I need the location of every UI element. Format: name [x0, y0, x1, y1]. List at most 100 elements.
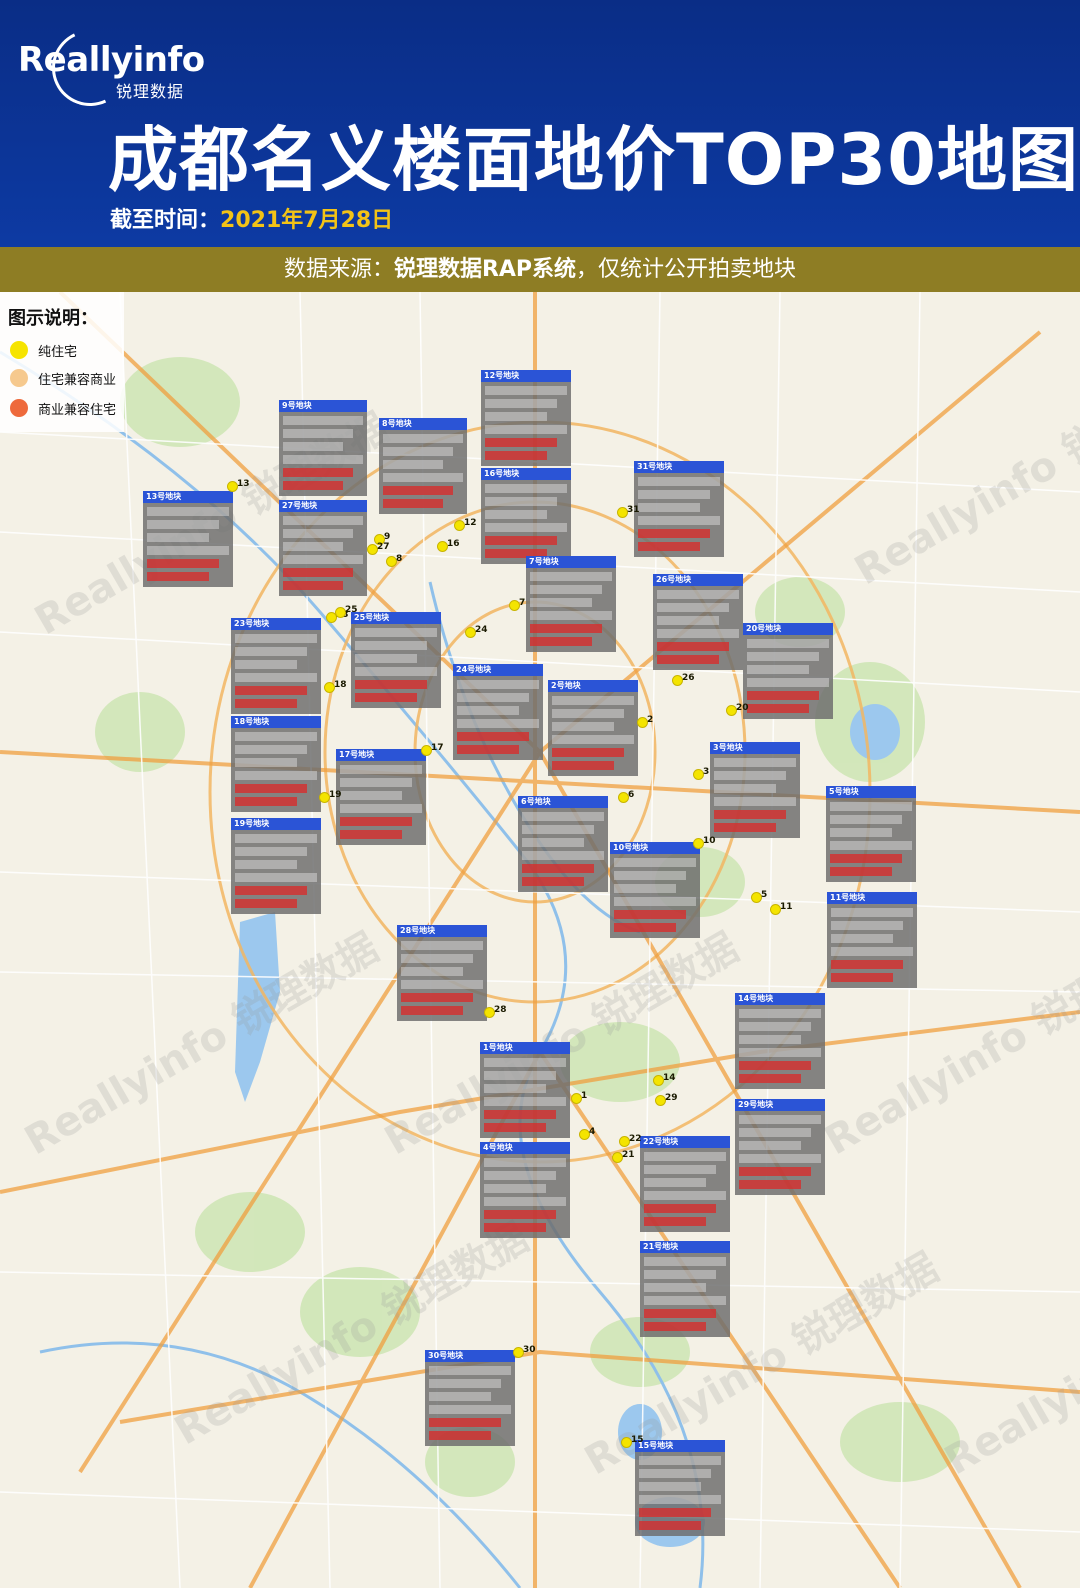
plot-info-card[interactable]: 8号地块 — [379, 418, 467, 514]
plot-card-detail-line — [639, 1508, 711, 1517]
plot-info-card[interactable]: 11号地块 — [827, 892, 917, 988]
plot-card-title: 22号地块 — [640, 1136, 730, 1148]
plot-card-detail-line — [429, 1405, 511, 1414]
plot-card-detail-line — [355, 654, 417, 663]
plot-card-detail-line — [457, 693, 529, 702]
plot-marker-number: 1 — [581, 1091, 588, 1101]
plot-marker-number: 21 — [622, 1150, 635, 1160]
plot-info-card[interactable]: 1号地块 — [480, 1042, 570, 1138]
plot-card-detail-line — [530, 624, 602, 633]
plot-card-detail-line — [340, 791, 402, 800]
plot-card-detail-line — [457, 745, 519, 754]
plot-info-card[interactable]: 7号地块 — [526, 556, 616, 652]
plot-card-detail-line — [657, 642, 729, 651]
plot-card-title: 23号地块 — [231, 618, 321, 630]
plot-marker-number: 6 — [628, 790, 635, 800]
plot-info-card[interactable]: 19号地块 — [231, 818, 321, 914]
plot-card-title: 8号地块 — [379, 418, 467, 430]
plot-card-title: 2号地块 — [548, 680, 638, 692]
plot-card-detail-line — [485, 451, 547, 460]
plot-card-detail-line — [235, 758, 297, 767]
peach-dot-icon — [10, 369, 28, 387]
plot-info-card[interactable]: 26号地块 — [653, 574, 743, 670]
plot-card-detail-line — [457, 680, 539, 689]
plot-card-title: 7号地块 — [526, 556, 616, 568]
plot-card-detail-line — [429, 1379, 501, 1388]
plot-card-title: 30号地块 — [425, 1350, 515, 1362]
plot-info-card[interactable]: 3号地块 — [710, 742, 800, 838]
plot-marker-number: 5 — [761, 890, 768, 900]
plot-card-detail-line — [747, 639, 829, 648]
plot-card-detail-line — [657, 590, 739, 599]
plot-info-card[interactable]: 29号地块 — [735, 1099, 825, 1195]
plot-info-card[interactable]: 21号地块 — [640, 1241, 730, 1337]
plot-marker-number: 19 — [329, 790, 342, 800]
plot-card-detail-line — [283, 568, 353, 577]
plot-card-detail-line — [401, 993, 473, 1002]
plot-card-detail-line — [657, 616, 719, 625]
plot-card-detail-line — [747, 665, 809, 674]
plot-card-title: 11号地块 — [827, 892, 917, 904]
plot-card-detail-line — [485, 510, 547, 519]
plot-card-detail-line — [235, 873, 317, 882]
plot-card-detail-line — [283, 542, 343, 551]
plot-info-card[interactable]: 6号地块 — [518, 796, 608, 892]
plot-card-detail-line — [739, 1035, 801, 1044]
plot-card-title: 4号地块 — [480, 1142, 570, 1154]
plot-marker-number: 14 — [663, 1073, 676, 1083]
plot-info-card[interactable]: 10号地块 — [610, 842, 700, 938]
plot-info-card[interactable]: 20号地块 — [743, 623, 833, 719]
plot-info-card[interactable]: 31号地块 — [634, 461, 724, 557]
plot-info-card[interactable]: 14号地块 — [735, 993, 825, 1089]
plot-card-detail-line — [530, 585, 602, 594]
plot-info-card[interactable]: 25号地块 — [351, 612, 441, 708]
plot-info-card[interactable]: 23号地块 — [231, 618, 321, 714]
plot-card-detail-line — [383, 434, 463, 443]
plot-marker-number: 17 — [431, 743, 444, 753]
plot-info-card[interactable]: 5号地块 — [826, 786, 916, 882]
plot-marker-number: 7 — [519, 598, 526, 608]
plot-info-card[interactable]: 28号地块 — [397, 925, 487, 1021]
plot-info-card[interactable]: 22号地块 — [640, 1136, 730, 1232]
date-label: 截至时间： — [110, 208, 221, 233]
plot-card-detail-line — [552, 722, 614, 731]
plot-card-detail-line — [714, 823, 776, 832]
plot-card-detail-line — [484, 1071, 556, 1080]
plot-info-card[interactable]: 2号地块 — [548, 680, 638, 776]
plot-card-title: 16号地块 — [481, 468, 571, 480]
plot-card-detail-line — [283, 581, 343, 590]
plot-info-card[interactable]: 30号地块 — [425, 1350, 515, 1446]
plot-card-detail-line — [484, 1158, 566, 1167]
plot-marker-number: 27 — [377, 542, 390, 552]
plot-card-detail-line — [283, 442, 343, 451]
plot-info-card[interactable]: 15号地块 — [635, 1440, 725, 1536]
plot-info-card[interactable]: 24号地块 — [453, 664, 543, 760]
plot-card-title: 9号地块 — [279, 400, 367, 412]
plot-card-detail-line — [657, 655, 719, 664]
plot-card-title: 29号地块 — [735, 1099, 825, 1111]
plot-card-detail-line — [383, 460, 443, 469]
plot-info-card[interactable]: 9号地块 — [279, 400, 367, 496]
plot-card-detail-line — [831, 934, 893, 943]
plot-info-card[interactable]: 16号地块 — [481, 468, 571, 564]
logo-wordmark: Reallyinfo — [18, 40, 205, 80]
plot-info-card[interactable]: 27号地块 — [279, 500, 367, 596]
plot-card-title: 1号地块 — [480, 1042, 570, 1054]
plot-card-detail-line — [235, 686, 307, 695]
plot-info-card[interactable]: 4号地块 — [480, 1142, 570, 1238]
plot-card-title: 5号地块 — [826, 786, 916, 798]
plot-info-card[interactable]: 18号地块 — [231, 716, 321, 812]
plot-card-detail-line — [485, 399, 557, 408]
plot-card-detail-line — [235, 745, 307, 754]
plot-card-detail-line — [644, 1309, 716, 1318]
plot-card-detail-line — [485, 438, 557, 447]
plot-info-card[interactable]: 12号地块 — [481, 370, 571, 466]
plot-card-detail-line — [235, 771, 317, 780]
plot-card-detail-line — [401, 941, 483, 950]
plot-card-detail-line — [484, 1210, 556, 1219]
plot-card-detail-line — [747, 704, 809, 713]
plot-card-detail-line — [484, 1110, 556, 1119]
plot-info-card[interactable]: 17号地块 — [336, 749, 426, 845]
plot-card-detail-line — [714, 784, 776, 793]
plot-info-card[interactable]: 13号地块 — [143, 491, 233, 587]
